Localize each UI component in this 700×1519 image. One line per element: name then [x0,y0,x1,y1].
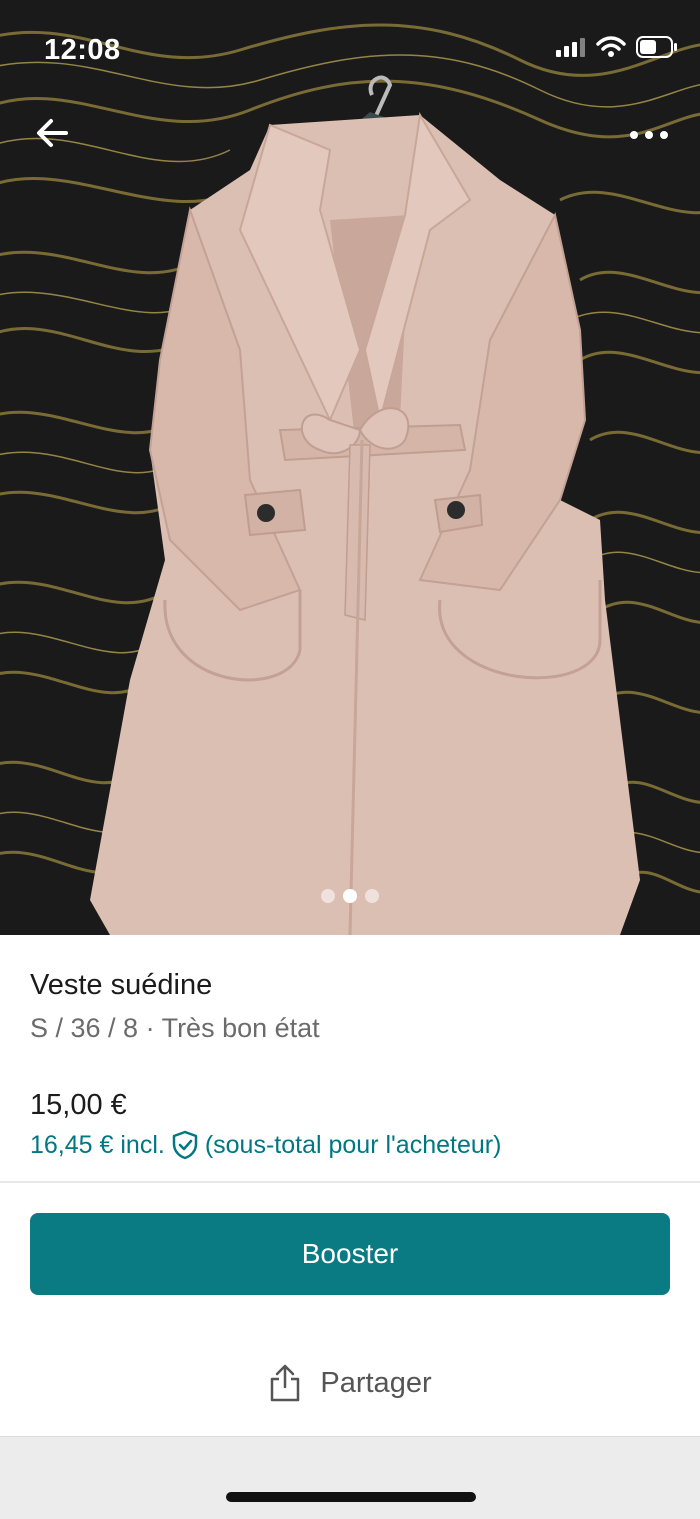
home-indicator [226,1492,476,1502]
price-incl-value: 16,45 € incl. [30,1131,165,1159]
divider [0,1181,700,1183]
buyer-protection-price[interactable]: 16,45 € incl. (sous-total pour l'acheteu… [30,1127,670,1163]
item-details: S / 36 / 8 · Très bon état [30,1013,320,1043]
status-time: 12:08 [44,34,121,66]
share-label: Partager [320,1366,432,1399]
share-button[interactable]: Partager [0,1355,700,1411]
share-icon [271,1364,300,1402]
item-price: 15,00 € [30,1089,127,1121]
wifi-icon [596,36,626,57]
status-bar: 12:08 [0,0,700,100]
signal-icon [556,38,585,57]
back-button[interactable] [30,110,76,156]
status-icons [556,36,678,58]
shield-check-icon [172,1130,198,1160]
product-photo[interactable]: 12:08 [0,0,700,935]
item-title: Veste suédine [30,969,213,1001]
arrow-left-icon [37,119,68,147]
coat-image [0,0,700,935]
pagination-dot-active[interactable] [343,889,357,903]
price-incl-note: (sous-total pour l'acheteur) [204,1131,502,1159]
item-info: Veste suédine S / 36 / 8 · Très bon état… [30,965,670,1163]
gallery-pagination [0,889,700,903]
bottom-bar [0,1436,700,1519]
booster-button[interactable]: Booster [30,1213,670,1295]
more-horizontal-icon [630,131,668,139]
pagination-dot[interactable] [365,889,379,903]
pagination-dot[interactable] [321,889,335,903]
more-options-button[interactable] [624,115,674,155]
battery-icon [636,36,677,58]
